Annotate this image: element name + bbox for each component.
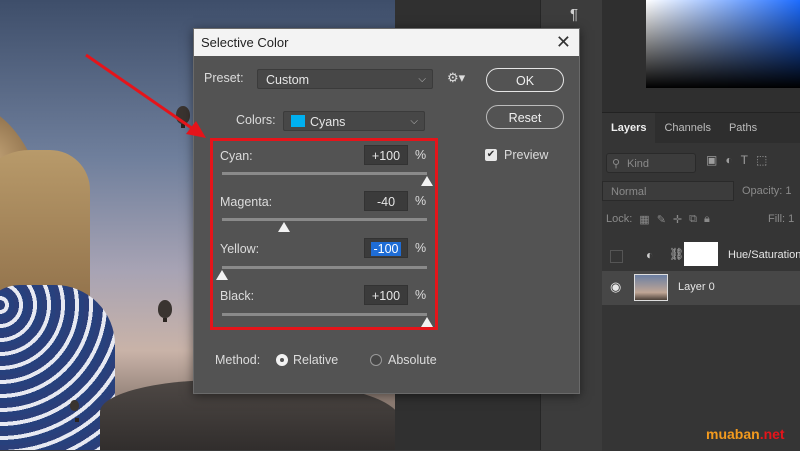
arrow-head bbox=[186, 121, 206, 138]
annotation-arrow bbox=[85, 53, 206, 138]
arrow-shaft bbox=[85, 53, 197, 133]
watermark-suffix: .net bbox=[759, 426, 785, 442]
watermark: muaban.net bbox=[706, 426, 785, 442]
watermark-brand: muaban bbox=[706, 426, 760, 442]
